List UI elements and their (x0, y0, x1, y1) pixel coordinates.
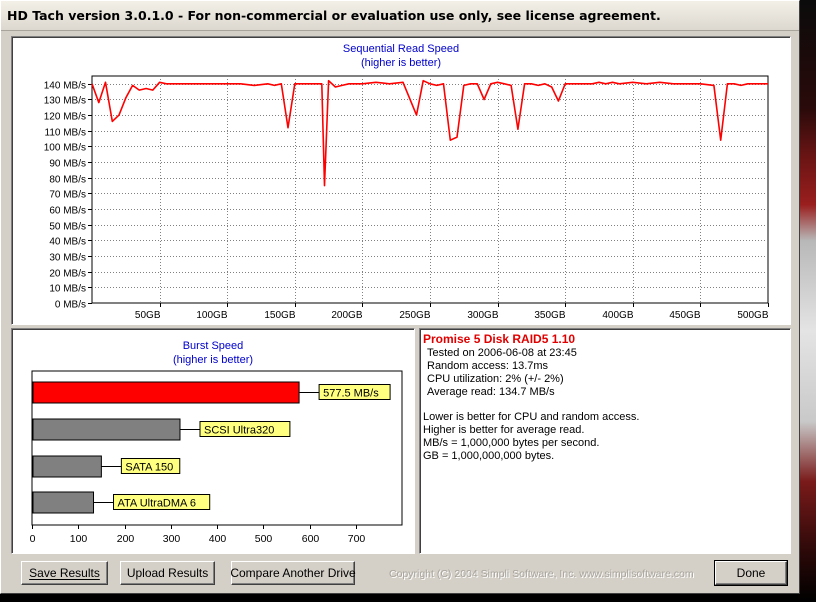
burst-bar (32, 491, 95, 514)
results-info-panel: Promise 5 Disk RAID5 1.10 Tested on 2006… (419, 328, 791, 554)
window-title: HD Tach version 3.0.1.0 - For non-commer… (7, 8, 661, 23)
bar-label-text: SCSI Ultra320 (204, 425, 274, 437)
y-tick-label: 10 MB/s (49, 284, 86, 295)
tested-on-text: Tested on 2006-06-08 at 23:45 (427, 347, 577, 359)
sequential-read-panel: Sequential Read Speed (higher is better)… (11, 36, 791, 325)
y-tick-label: 40 MB/s (49, 237, 86, 248)
x-tick-label: 50GB (135, 310, 161, 321)
y-tick-label: 20 MB/s (49, 269, 86, 280)
burst-bar (32, 455, 102, 478)
y-tick-label: 60 MB/s (49, 206, 86, 217)
x-tick-label: 100 (70, 533, 88, 545)
upload-results-button[interactable]: Upload Results (120, 561, 215, 585)
x-tick-label: 300GB (467, 310, 498, 321)
burst-bar (32, 381, 300, 404)
note-line: Lower is better for CPU and random acces… (423, 411, 640, 423)
copyright-text: Copyright (C) 2004 Simpli Software, Inc.… (389, 568, 694, 580)
x-tick-label: 250GB (399, 310, 430, 321)
y-tick-label: 70 MB/s (49, 190, 86, 201)
bar-label-text: SATA 150 (125, 462, 173, 474)
note-line: MB/s = 1,000,000 bytes per second. (423, 437, 600, 449)
y-tick-label: 100 MB/s (44, 143, 86, 154)
y-tick-label: 50 MB/s (49, 222, 86, 233)
note-line: GB = 1,000,000,000 bytes. (423, 450, 555, 462)
burst-speed-chart: 577.5 MB/s SCSI Ultra320 SATA 150 ATA Ultra… (30, 370, 403, 545)
drive-name: Promise 5 Disk RAID5 1.10 (423, 332, 576, 346)
save-results-button[interactable]: Save Results (21, 561, 108, 585)
x-tick-label: 400GB (602, 310, 633, 321)
x-tick-label: 500GB (737, 310, 768, 321)
burst-speed-panel: Burst Speed (higher is better) 577.5 MB/… (11, 328, 415, 554)
x-tick-label: 600 (302, 533, 320, 545)
compare-another-drive-button[interactable]: Compare Another Drive (230, 561, 356, 585)
bar-label-text: 577.5 MB/s (323, 388, 379, 400)
burst-bar (32, 418, 181, 441)
y-tick-label: 90 MB/s (49, 159, 86, 170)
y-tick-label: 0 MB/s (55, 300, 86, 311)
note-line: Higher is better for average read. (423, 424, 585, 436)
x-tick-label: 500 (255, 533, 273, 545)
x-tick-label: 0 (30, 533, 36, 545)
x-tick-label: 150GB (264, 310, 295, 321)
average-read-text: Average read: 134.7 MB/s (427, 386, 555, 398)
sequential-read-chart: 0 MB/s 10 MB/s 20 MB/s 30 MB/s 40 MB/s 50 MB/… (44, 75, 769, 321)
hdtach-window: HD Tach version 3.0.1.0 - For non-commer… (0, 0, 800, 594)
compare-drive-label: Compare Another Drive (230, 566, 356, 580)
y-tick-label: 130 MB/s (44, 96, 86, 107)
save-results-label: Save Results (29, 566, 100, 580)
y-tick-label: 80 MB/s (49, 175, 86, 186)
cpu-utilization-text: CPU utilization: 2% (+/- 2%) (427, 373, 564, 385)
y-tick-label: 140 MB/s (44, 81, 86, 92)
desktop-background (798, 0, 816, 602)
x-tick-label: 300 (163, 533, 181, 545)
done-label: Done (736, 566, 766, 580)
bar-label-text: ATA UltraDMA 6 (118, 498, 196, 510)
x-tick-label: 100GB (196, 310, 227, 321)
upload-results-label: Upload Results (126, 566, 209, 580)
random-access-text: Random access: 13.7ms (427, 360, 549, 372)
y-tick-label: 30 MB/s (49, 253, 86, 264)
x-tick-label: 400 (209, 533, 227, 545)
title-bar[interactable]: HD Tach version 3.0.1.0 - For non-commer… (1, 1, 799, 31)
done-button[interactable]: Done (714, 560, 788, 586)
y-tick-label: 110 MB/s (45, 128, 87, 139)
x-tick-label: 350GB (534, 310, 565, 321)
y-tick-label: 120 MB/s (44, 112, 86, 123)
x-tick-label: 200 (117, 533, 135, 545)
x-tick-label: 200GB (331, 310, 362, 321)
x-tick-label: 450GB (669, 310, 700, 321)
x-tick-label: 700 (348, 533, 366, 545)
